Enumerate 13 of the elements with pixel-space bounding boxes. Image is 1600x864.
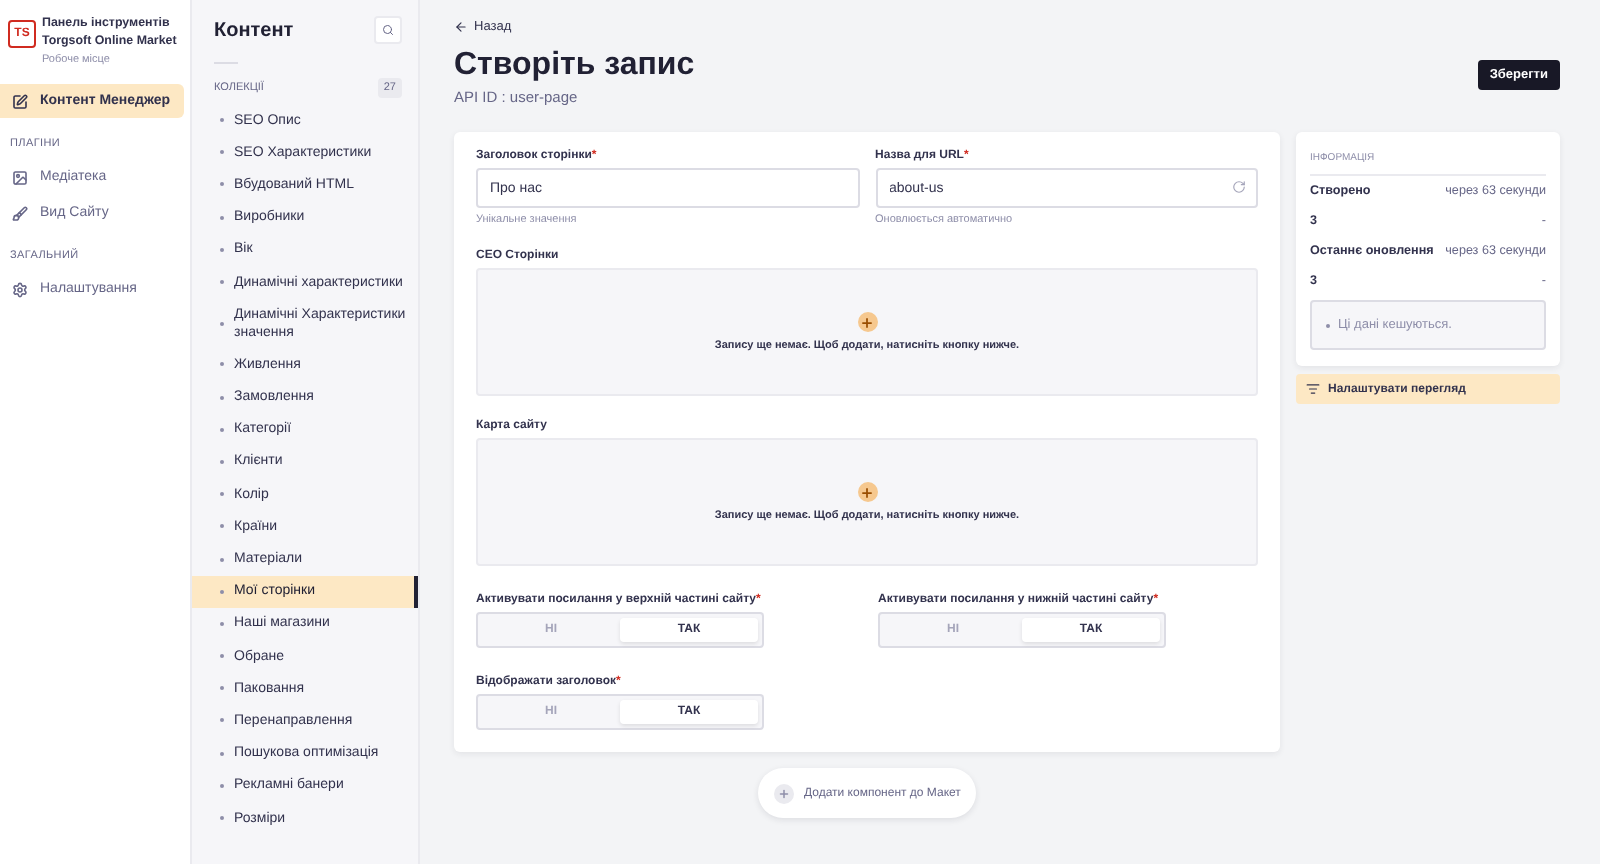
pencil-square-icon — [12, 93, 28, 109]
search-button[interactable] — [374, 16, 402, 44]
filter-lines-icon — [1306, 382, 1320, 396]
add-entry-icon[interactable] — [857, 482, 877, 502]
plus-icon — [774, 783, 794, 803]
brush-icon — [12, 205, 28, 221]
panel-title: Контент — [214, 19, 294, 41]
page-title: Створіть запис — [454, 48, 695, 84]
arrow-left-icon — [454, 20, 468, 34]
settings-icon — [12, 281, 28, 297]
add-entry-icon[interactable] — [857, 312, 877, 332]
image-icon — [12, 169, 28, 185]
search-icon — [382, 24, 394, 36]
